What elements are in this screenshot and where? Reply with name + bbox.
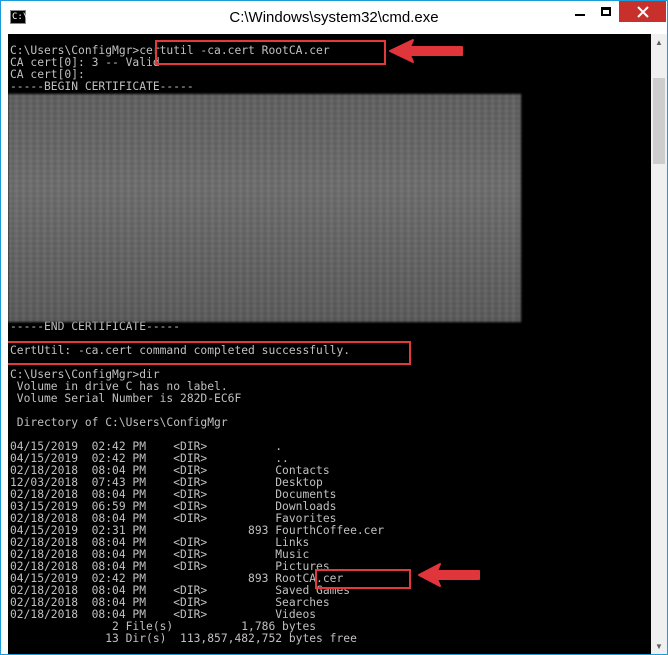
- console-line: -----END CERTIFICATE-----: [10, 320, 181, 333]
- console-line: 13 Dir(s) 113,857,482,752 bytes free: [10, 632, 357, 645]
- console-line: Directory of C:\Users\ConfigMgr: [10, 416, 228, 429]
- minimize-icon: [575, 13, 585, 16]
- arrow-icon: [418, 563, 480, 587]
- console-line: Volume Serial Number is 282D-EC6F: [10, 392, 242, 405]
- maximize-button[interactable]: [593, 1, 619, 22]
- maximize-icon: [601, 7, 611, 16]
- title-bar[interactable]: C:\ C:\Windows\system32\cmd.exe: [1, 1, 667, 34]
- highlight-rootca-file: [315, 569, 411, 589]
- redacted-certificate: [8, 94, 521, 322]
- scrollbar-thumb[interactable]: [653, 78, 665, 164]
- cmd-window: C:\ C:\Windows\system32\cmd.exe C:\Users…: [0, 0, 668, 655]
- console-output[interactable]: C:\Users\ConfigMgr>certutil -ca.cert Roo…: [8, 34, 651, 654]
- highlight-certutil-command: [155, 40, 386, 65]
- scroll-up-icon[interactable]: ▲: [651, 34, 667, 50]
- scroll-down-icon[interactable]: ▼: [651, 638, 667, 654]
- vertical-scrollbar[interactable]: ▲ ▼: [651, 34, 667, 654]
- close-button[interactable]: [619, 1, 666, 22]
- highlight-completed-message: [8, 341, 411, 365]
- arrow-icon: [389, 39, 463, 63]
- close-icon: [636, 5, 649, 18]
- console-line: -----BEGIN CERTIFICATE-----: [10, 80, 194, 93]
- minimize-button[interactable]: [567, 1, 593, 22]
